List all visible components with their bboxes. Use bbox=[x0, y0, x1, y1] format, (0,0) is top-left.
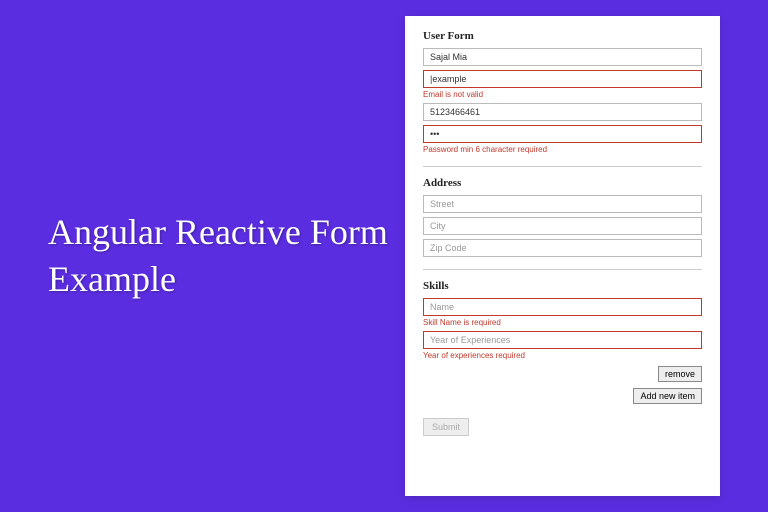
phone-field[interactable]: 5123466461 bbox=[423, 103, 702, 121]
password-field[interactable]: ••• bbox=[423, 125, 702, 143]
password-error: Password min 6 character required bbox=[423, 145, 702, 154]
address-title: Address bbox=[423, 177, 702, 189]
skill-years-field[interactable]: Year of Experiences bbox=[423, 331, 702, 349]
user-form-title: User Form bbox=[423, 30, 702, 42]
headline: Angular Reactive Form Example bbox=[48, 209, 405, 303]
email-error: Email is not valid bbox=[423, 90, 702, 99]
skill-years-error: Year of experiences required bbox=[423, 351, 702, 360]
skills-title: Skills bbox=[423, 280, 702, 292]
skill-name-field[interactable]: Name bbox=[423, 298, 702, 316]
add-new-item-button[interactable]: Add new item bbox=[633, 388, 702, 404]
divider bbox=[423, 269, 702, 270]
form-panel: User Form Sajal Mia |example Email is no… bbox=[405, 16, 720, 496]
email-field[interactable]: |example bbox=[423, 70, 702, 88]
city-field[interactable]: City bbox=[423, 217, 702, 235]
street-field[interactable]: Street bbox=[423, 195, 702, 213]
remove-button[interactable]: remove bbox=[658, 366, 702, 382]
zip-field[interactable]: Zip Code bbox=[423, 239, 702, 257]
skill-name-error: Skill Name is required bbox=[423, 318, 702, 327]
submit-button[interactable]: Submit bbox=[423, 418, 469, 436]
name-field[interactable]: Sajal Mia bbox=[423, 48, 702, 66]
divider bbox=[423, 166, 702, 167]
